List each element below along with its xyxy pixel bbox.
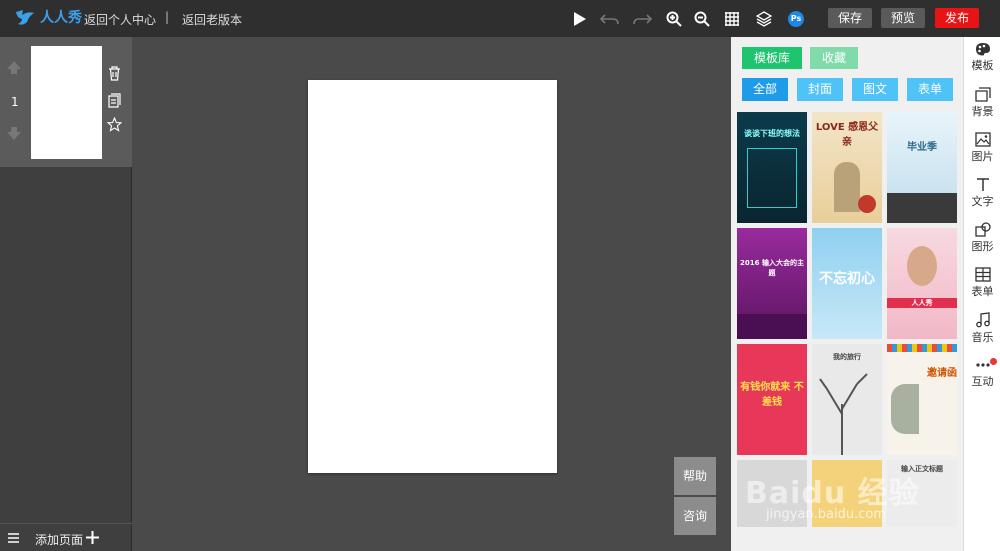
template-title: 谈谈下班的想法 <box>744 129 800 138</box>
more-dots-icon <box>975 363 990 367</box>
tab-favorites[interactable]: 收藏 <box>810 47 859 69</box>
publish-button[interactable]: 发布 <box>935 8 980 28</box>
top-bar: 人人秀 返回个人中心 | 返回老版本 Ps 保存 预览 发布 <box>0 0 1000 37</box>
template-title: 不忘初心 <box>819 271 875 287</box>
category-cover[interactable]: 封面 <box>797 78 843 101</box>
template-card[interactable]: 谈谈下班的想法 <box>737 112 807 223</box>
help-button[interactable]: 帮助 <box>674 457 716 495</box>
sidebar-label: 互动 <box>971 375 994 388</box>
plus-icon[interactable] <box>86 531 99 544</box>
nav-separator: | <box>165 10 170 24</box>
logo-text: 人人秀 <box>40 10 82 26</box>
play-icon[interactable] <box>570 9 590 29</box>
template-title: 有钱你就来 不差钱 <box>740 382 804 408</box>
sidebar-item-music[interactable]: 音乐 <box>964 312 1000 357</box>
template-card[interactable]: 有钱你就来 不差钱 <box>737 344 807 455</box>
template-card[interactable]: 2016 输入大会的主题 <box>737 228 807 339</box>
template-title: 2016 输入大会的主题 <box>740 259 804 277</box>
bird-logo-icon <box>16 10 34 25</box>
category-form[interactable]: 表单 <box>907 78 953 101</box>
add-page-label[interactable]: 添加页面 <box>35 531 83 548</box>
sidebar-label: 图形 <box>971 240 994 253</box>
watermark-url: jingyan.baidu.com <box>766 507 886 522</box>
star-icon[interactable] <box>107 117 122 132</box>
grid-icon[interactable] <box>722 9 742 29</box>
template-title: 邀请函 <box>927 368 957 379</box>
category-all[interactable]: 全部 <box>742 78 788 101</box>
template-card[interactable]: 邀请函 <box>887 344 957 455</box>
ps-label: Ps <box>788 11 804 27</box>
template-card[interactable]: 不忘初心 <box>812 228 882 339</box>
template-card[interactable]: 我的旅行 <box>812 344 882 455</box>
sidebar-label: 图片 <box>971 150 994 163</box>
page-number: 1 <box>11 95 19 109</box>
zoom-in-icon[interactable] <box>664 9 684 29</box>
sidebar-item-forms[interactable]: 表单 <box>964 267 1000 312</box>
sidebar-item-images[interactable]: 图片 <box>964 132 1000 177</box>
move-page-down-icon[interactable] <box>6 126 22 142</box>
photoshop-icon[interactable]: Ps <box>786 9 806 29</box>
category-tabs: 全部 封面 图文 表单 <box>742 78 953 101</box>
template-grid: 谈谈下班的想法 LOVE 感恩父亲 毕业季 2016 输入大会的主题 不忘初心 … <box>737 112 957 527</box>
sidebar-item-text[interactable]: 文字 <box>964 177 1000 222</box>
page-item[interactable]: 1 <box>0 37 132 167</box>
sidebar-label: 文字 <box>971 195 994 208</box>
notification-dot <box>990 358 997 365</box>
page-list-footer: 添加页面 <box>0 523 132 551</box>
template-title: LOVE 感恩父亲 <box>815 122 879 148</box>
template-card[interactable]: LOVE 感恩父亲 <box>812 112 882 223</box>
save-button[interactable]: 保存 <box>828 8 873 28</box>
template-title: 人人秀 <box>887 298 957 308</box>
library-tabs: 模板库 收藏 <box>742 47 859 69</box>
sidebar-item-background[interactable]: 背景 <box>964 87 1000 132</box>
undo-icon[interactable] <box>600 9 620 29</box>
template-card[interactable]: 人人秀 <box>887 228 957 339</box>
tool-sidebar: 模板 背景 图片 文字 图形 表单 音乐 互动 <box>963 37 1000 551</box>
logo[interactable]: 人人秀 <box>14 6 82 28</box>
template-title: 毕业季 <box>907 142 937 153</box>
music-icon <box>975 312 990 328</box>
category-image-text[interactable]: 图文 <box>852 78 898 101</box>
table-icon <box>974 267 991 282</box>
sidebar-label: 表单 <box>971 285 994 298</box>
template-title: 我的旅行 <box>833 353 861 361</box>
palette-icon <box>975 43 990 56</box>
sidebar-label: 模板 <box>971 59 994 72</box>
background-icon <box>974 87 991 102</box>
text-icon <box>976 178 989 191</box>
page-list-pane: 1 添加页面 <box>0 37 132 551</box>
template-card[interactable]: 毕业季 <box>887 112 957 223</box>
watermark: Baidu 经验 <box>745 476 920 511</box>
redo-icon[interactable] <box>632 9 652 29</box>
back-to-old-version-link[interactable]: 返回老版本 <box>182 11 242 28</box>
sidebar-label: 背景 <box>971 105 994 118</box>
sidebar-item-shapes[interactable]: 图形 <box>964 222 1000 267</box>
back-to-personal-center-link[interactable]: 返回个人中心 <box>84 11 156 28</box>
sidebar-item-templates[interactable]: 模板 <box>964 42 1000 87</box>
page-thumbnail[interactable] <box>31 46 102 159</box>
layers-icon[interactable] <box>754 9 774 29</box>
trash-icon[interactable] <box>108 66 121 81</box>
sidebar-label: 音乐 <box>971 331 994 344</box>
move-page-up-icon[interactable] <box>6 59 22 75</box>
zoom-out-icon[interactable] <box>692 9 712 29</box>
shapes-icon <box>974 222 991 237</box>
copy-page-icon[interactable] <box>108 93 121 108</box>
image-icon <box>974 132 991 147</box>
preview-button[interactable]: 预览 <box>881 8 926 28</box>
editor-canvas[interactable] <box>308 80 557 473</box>
menu-icon[interactable] <box>8 533 19 543</box>
consult-button[interactable]: 咨询 <box>674 497 716 535</box>
tab-template-library[interactable]: 模板库 <box>742 47 803 69</box>
